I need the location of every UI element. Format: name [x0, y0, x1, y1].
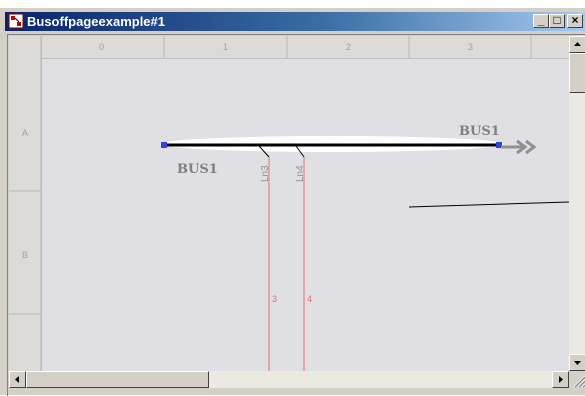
- maximize-button[interactable]: □: [549, 13, 565, 28]
- horizontal-scrollbar[interactable]: [9, 371, 569, 388]
- scroll-left-icon: [15, 376, 19, 383]
- client-area: 0 1 2 3 A B BUS1 BUS1 Ln3 3 Ln4 4: [7, 34, 585, 396]
- vertical-scroll-thumb[interactable]: [569, 53, 585, 93]
- close-icon: ×: [571, 13, 579, 27]
- diagram-svg: BUS1 BUS1 Ln3 3 Ln4 4: [9, 36, 569, 371]
- scroll-down-button[interactable]: [569, 354, 585, 371]
- scroll-up-icon: [574, 42, 581, 46]
- bus-label-left: BUS1: [177, 162, 218, 177]
- window-title: Busoffpageexample#1: [27, 14, 165, 29]
- vertical-scrollbar[interactable]: [569, 36, 585, 371]
- title-bar[interactable]: Busoffpageexample#1 _ □ ×: [5, 12, 585, 31]
- maximize-icon: □: [553, 13, 561, 27]
- resize-grip-icon: [573, 375, 585, 388]
- scroll-right-icon: [559, 376, 563, 383]
- line-label-ln4: Ln4: [295, 165, 306, 182]
- horizontal-scroll-thumb[interactable]: [26, 371, 209, 388]
- resize-grip[interactable]: [569, 371, 585, 388]
- close-button[interactable]: ×: [567, 13, 583, 28]
- minimize-button[interactable]: _: [533, 13, 549, 28]
- scroll-left-button[interactable]: [9, 371, 26, 388]
- scroll-right-button[interactable]: [552, 371, 569, 388]
- scroll-down-icon: [574, 361, 581, 365]
- annotation-line: [408, 201, 569, 208]
- line-label-ln3: Ln3: [260, 165, 271, 182]
- offpage-arrow-icon: [501, 139, 537, 155]
- app-icon[interactable]: [8, 13, 24, 29]
- line-number-3: 3: [272, 294, 277, 304]
- diagram-window: Busoffpageexample#1 _ □ × 0 1 2 3 A B BU…: [0, 8, 585, 396]
- scroll-up-button[interactable]: [569, 36, 585, 53]
- diagram-canvas[interactable]: 0 1 2 3 A B BUS1 BUS1 Ln3 3 Ln4 4: [9, 36, 569, 371]
- minimize-icon: _: [537, 13, 545, 27]
- line-number-4: 4: [307, 294, 312, 304]
- bus-label-right: BUS1: [459, 124, 500, 139]
- bus-endpoint-left[interactable]: [161, 142, 167, 148]
